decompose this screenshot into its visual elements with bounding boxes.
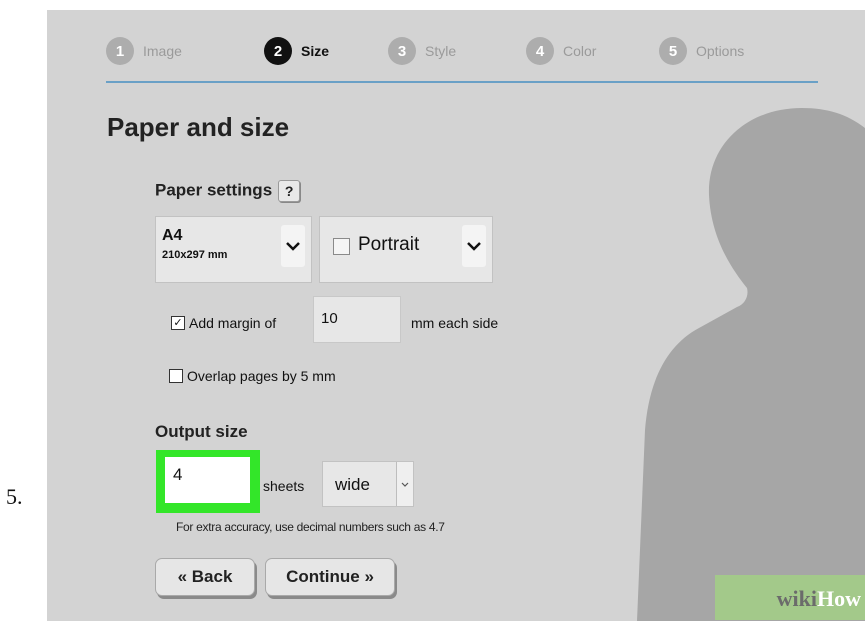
paper-settings-label: Paper settings bbox=[155, 180, 273, 200]
chevron-down-icon[interactable] bbox=[281, 225, 305, 267]
margin-checkbox[interactable]: ✓ bbox=[171, 316, 185, 330]
step-number-badge: 4 bbox=[526, 37, 554, 65]
sheets-unit-row: sheets bbox=[263, 478, 304, 494]
paper-size-value: A4 bbox=[162, 227, 183, 244]
paper-settings-heading: Paper settings? bbox=[155, 180, 301, 202]
back-button[interactable]: « Back bbox=[155, 558, 255, 596]
sheets-highlight: 4 bbox=[156, 450, 260, 513]
step-color[interactable]: 4 Color bbox=[526, 36, 596, 66]
step-number-badge: 2 bbox=[264, 37, 292, 65]
sheets-unit-label: sheets bbox=[263, 478, 305, 494]
watermark-wiki: wiki bbox=[776, 586, 817, 611]
watermark-how: How bbox=[817, 586, 861, 611]
paper-size-select[interactable]: A4 210x297 mm bbox=[155, 216, 312, 283]
direction-select[interactable]: wide bbox=[322, 461, 414, 507]
step-number-badge: 3 bbox=[388, 37, 416, 65]
margin-unit-label: mm each side bbox=[411, 315, 499, 331]
paper-size-dimensions: 210x297 mm bbox=[162, 249, 228, 261]
margin-row: ✓ Add margin of bbox=[171, 315, 276, 331]
step-label: Color bbox=[563, 43, 597, 59]
output-size-heading: Output size bbox=[155, 422, 248, 441]
steps-divider bbox=[106, 81, 818, 83]
step-number: 5. bbox=[6, 484, 23, 509]
accuracy-hint: For extra accuracy, use decimal numbers … bbox=[176, 520, 445, 534]
page-title: Paper and size bbox=[107, 112, 290, 142]
step-label: Size bbox=[301, 43, 330, 59]
direction-value: wide bbox=[335, 475, 370, 494]
overlap-row: Overlap pages by 5 mm bbox=[169, 368, 336, 384]
overlap-checkbox[interactable] bbox=[169, 369, 183, 383]
sheets-value: 4 bbox=[173, 465, 183, 484]
portrait-page-icon bbox=[333, 238, 350, 255]
orientation-select[interactable]: Portrait bbox=[319, 216, 493, 283]
step-style[interactable]: 3 Style bbox=[388, 36, 456, 66]
step-label: Style bbox=[425, 43, 457, 59]
chevron-down-icon[interactable] bbox=[462, 225, 486, 267]
step-label: Image bbox=[143, 43, 182, 59]
wizard-steps: 1 Image 2 Size 3 Style 4 Color 5 Options bbox=[106, 36, 826, 66]
margin-value: 10 bbox=[321, 310, 338, 327]
step-number-badge: 5 bbox=[659, 37, 687, 65]
orientation-value: Portrait bbox=[358, 234, 420, 255]
chevron-down-icon[interactable] bbox=[396, 462, 413, 506]
step-options[interactable]: 5 Options bbox=[659, 36, 744, 66]
margin-unit-row: mm each side bbox=[411, 315, 498, 331]
step-number-badge: 1 bbox=[106, 37, 134, 65]
margin-input[interactable]: 10 bbox=[313, 296, 401, 343]
overlap-label: Overlap pages by 5 mm bbox=[187, 368, 336, 384]
step-label: Options bbox=[696, 43, 745, 59]
step-size[interactable]: 2 Size bbox=[264, 36, 329, 66]
continue-button[interactable]: Continue » bbox=[265, 558, 395, 596]
help-button[interactable]: ? bbox=[278, 180, 301, 202]
watermark-text: wikiHow bbox=[777, 586, 861, 612]
step-image[interactable]: 1 Image bbox=[106, 36, 182, 66]
margin-label: Add margin of bbox=[189, 315, 277, 331]
